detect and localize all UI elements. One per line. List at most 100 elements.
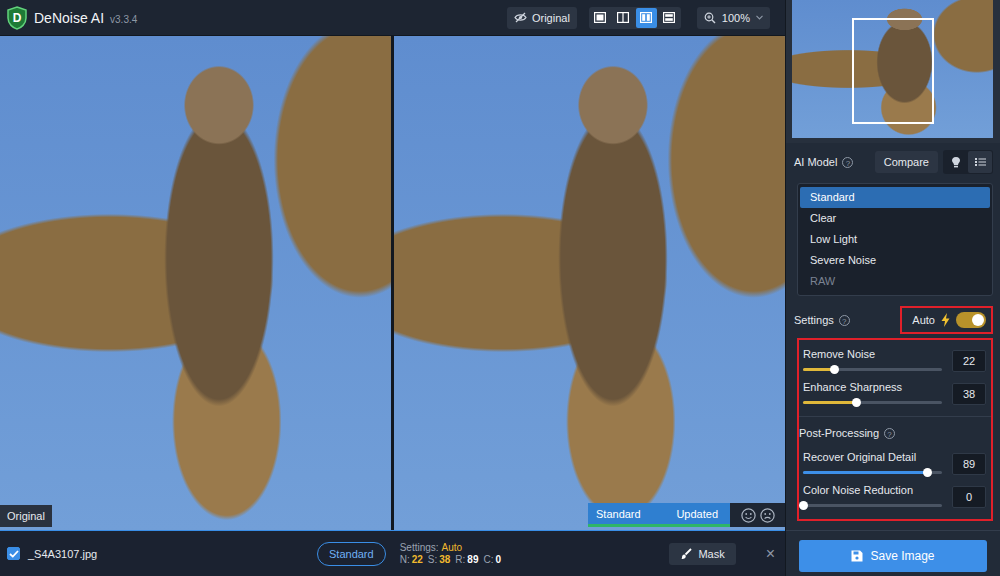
settings-line: Settings:Auto — [400, 542, 501, 554]
slider-knob[interactable] — [830, 365, 839, 374]
file-entry: _S4A3107.jpg — [7, 547, 317, 560]
slider-label: Remove Noise — [803, 348, 942, 361]
slider-value[interactable]: 22 — [952, 350, 986, 372]
processed-photo[interactable] — [394, 36, 785, 530]
stat-key: N: — [400, 554, 410, 565]
view-mode-button[interactable] — [613, 8, 634, 28]
lightning-icon — [941, 313, 950, 327]
navigator-viewport[interactable] — [852, 18, 934, 124]
model-item[interactable]: Standard — [800, 187, 990, 208]
slider-knob[interactable] — [923, 468, 932, 477]
settings-label: Settings — [794, 314, 834, 326]
slider-row: Enhance Sharpness 38 — [801, 377, 986, 410]
save-button[interactable]: Save Image — [799, 540, 987, 572]
ai-model-label: AI Model — [794, 156, 837, 168]
logo-letter: D — [6, 6, 28, 30]
stat-value: 22 — [412, 554, 423, 565]
slider-track[interactable] — [803, 471, 942, 474]
stat-key: C: — [483, 554, 493, 565]
compare-button[interactable]: Compare — [875, 151, 938, 173]
bulb-icon — [951, 156, 961, 168]
stat: N:22 — [400, 554, 423, 566]
sidebyside-view-icon — [640, 12, 652, 23]
view-tools: Original 100% — [507, 7, 770, 29]
model-item[interactable]: Low Light — [800, 229, 990, 250]
chevron-down-icon — [756, 15, 763, 20]
file-settings: Settings:AutoN:22 S:38 R:89 C:0 — [400, 542, 501, 566]
slider-fill — [803, 471, 927, 474]
zoom-select[interactable]: 100% — [697, 7, 770, 29]
status-model: Standard — [596, 508, 641, 520]
slider-knob[interactable] — [852, 398, 861, 407]
slider-track[interactable] — [803, 401, 942, 404]
zoom-value: 100% — [722, 12, 750, 24]
model-status: StandardUpdated — [588, 503, 730, 527]
stacked-view-icon — [663, 12, 675, 23]
original-label: Original — [0, 505, 52, 527]
model-item[interactable]: Severe Noise — [800, 250, 990, 271]
navigator — [786, 0, 1000, 143]
model-item: RAW — [800, 271, 990, 292]
floppy-icon — [851, 550, 863, 562]
frown-icon[interactable] — [760, 508, 775, 523]
settings-stats: N:22 S:38 R:89 C:0 — [400, 554, 501, 566]
slider-track[interactable] — [803, 368, 942, 371]
mask-button[interactable]: Mask — [669, 543, 735, 565]
slider-value[interactable]: 38 — [952, 383, 986, 405]
list-icon — [975, 157, 986, 167]
model-item[interactable]: Clear — [800, 208, 990, 229]
help-icon[interactable]: ? — [884, 428, 895, 439]
slider-track[interactable] — [803, 504, 942, 507]
close-button[interactable]: × — [766, 546, 775, 562]
brand: DDeNoise AIv3.3.4 — [6, 6, 137, 30]
view-mode-button[interactable] — [659, 8, 680, 28]
slider-value[interactable]: 89 — [952, 453, 986, 475]
zoom-icon — [704, 12, 716, 24]
help-icon[interactable]: ? — [839, 315, 850, 326]
help-icon[interactable]: ? — [842, 157, 853, 168]
brush-icon — [680, 548, 692, 560]
side-panel: AI Model?CompareStandardClearLow LightSe… — [785, 0, 1000, 576]
stat: S:38 — [428, 554, 451, 566]
slider-fill — [803, 401, 856, 404]
model-list: StandardClearLow LightSevere NoiseRAW — [797, 183, 993, 296]
slider-value[interactable]: 0 — [952, 486, 986, 508]
stat-value: 0 — [495, 554, 501, 565]
navigator-thumbnail[interactable] — [792, 0, 993, 138]
stat-key: R: — [455, 554, 465, 565]
original-photo[interactable] — [0, 36, 391, 530]
logo: D — [6, 6, 28, 30]
switch-knob — [972, 314, 984, 326]
view-mode-button[interactable] — [590, 8, 611, 28]
slider-knob[interactable] — [799, 501, 808, 510]
stat-value: 89 — [467, 554, 478, 565]
model-button[interactable]: Standard — [317, 542, 386, 566]
ai-model-header: AI Model? Compare — [786, 149, 1000, 175]
view-mode-button[interactable] — [636, 8, 657, 28]
stat-key: S: — [428, 554, 437, 565]
stat-value: 38 — [439, 554, 450, 565]
app-window: DDeNoise AIv3.3.4 Original 100% Original Sta… — [0, 0, 1000, 576]
stat: R:89 — [455, 554, 478, 566]
feedback-group — [730, 503, 785, 527]
original-button[interactable]: Original — [507, 7, 577, 29]
save-area: Save Image — [786, 530, 1000, 576]
single-view-icon — [594, 12, 606, 23]
slider-row: Recover Original Detail89 — [801, 447, 986, 480]
settings-value: Auto — [442, 542, 463, 553]
original-pane: Original — [0, 36, 391, 530]
main-area: DDeNoise AIv3.3.4 Original 100% Original Sta… — [0, 0, 785, 576]
app-version: v3.3.4 — [110, 14, 137, 25]
smile-icon[interactable] — [741, 508, 756, 523]
slider-row: Remove Noise 22 — [801, 344, 986, 377]
auto-switch[interactable] — [956, 312, 986, 328]
file-checkbox[interactable] — [7, 547, 20, 560]
slider-label: Enhance Sharpness — [803, 381, 942, 394]
slider-fill — [803, 368, 834, 371]
model-view-button[interactable] — [944, 151, 968, 173]
split-view-icon — [617, 12, 629, 23]
image-viewer: Original StandardUpdated — [0, 36, 785, 530]
model-view-button[interactable] — [968, 151, 992, 173]
original-button-label: Original — [532, 12, 570, 24]
processed-pane: StandardUpdated — [394, 36, 785, 530]
